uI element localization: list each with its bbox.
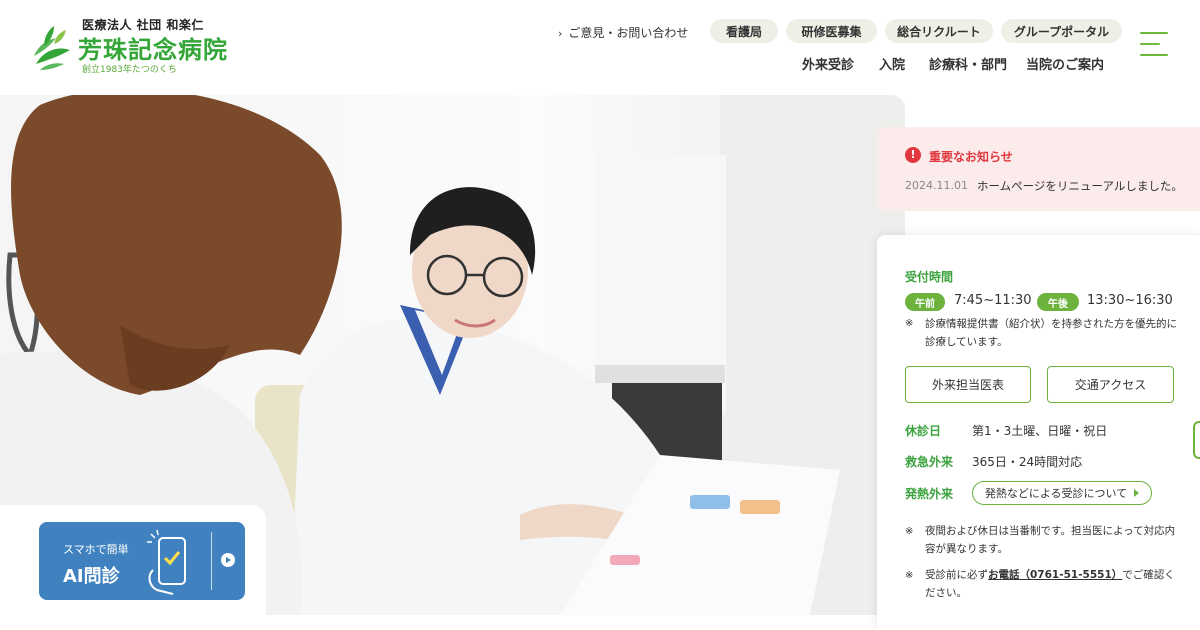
ai-banner-line2: AI問診 bbox=[63, 566, 120, 587]
call-note-mark: ※ bbox=[905, 570, 914, 581]
ai-questionnaire-button[interactable]: スマホで簡単 AI問診 bbox=[39, 522, 245, 600]
fever-clinic-label: 発熱外来 bbox=[905, 487, 954, 501]
am-hours: 7:45~11:30 bbox=[954, 293, 1032, 308]
pm-badge: 午後 bbox=[1037, 293, 1079, 311]
chevron-right-icon: › bbox=[558, 27, 563, 40]
emergency-label: 救急外来 bbox=[905, 455, 954, 469]
alert-icon: ! bbox=[905, 147, 921, 163]
pill-nursing[interactable]: 看護局 bbox=[710, 19, 778, 43]
referral-note: 診療情報提供書（紹介状）を持参された方を優先的に診療しています。 bbox=[925, 318, 1177, 348]
pill-general-recruit[interactable]: 総合リクルート bbox=[885, 19, 993, 43]
hamburger-icon[interactable] bbox=[1140, 32, 1170, 58]
hospital-logo[interactable]: 医療法人 社団 和楽仁 芳珠記念病院 創立1983年たつのくち bbox=[30, 14, 260, 75]
access-button[interactable]: 交通アクセス bbox=[1047, 366, 1174, 403]
smartphone-check-icon bbox=[147, 529, 186, 595]
phone-link[interactable]: お電話（0761-51-5551） bbox=[988, 569, 1122, 581]
notice-title: 重要なお知らせ bbox=[929, 150, 1013, 164]
notice-text[interactable]: ホームページをリニューアルしました。 bbox=[977, 178, 1183, 194]
ai-banner-divider bbox=[211, 532, 212, 590]
contact-link-label: ご意見・お問い合わせ bbox=[568, 26, 689, 40]
note-mark: ※ bbox=[905, 318, 914, 329]
leaf-logo-icon bbox=[34, 26, 70, 70]
nav-about[interactable]: 当院のご案内 bbox=[1026, 54, 1104, 73]
logo-hospital-name: 芳珠記念病院 bbox=[78, 36, 228, 64]
side-tab[interactable] bbox=[1193, 421, 1200, 459]
night-note-mark: ※ bbox=[905, 526, 914, 537]
emergency-value: 365日・24時間対応 bbox=[972, 455, 1083, 469]
pill-group-portal[interactable]: グループポータル bbox=[1001, 19, 1122, 43]
night-note: 夜間および休日は当番制です。担当医によって対応内容が異なります。 bbox=[925, 525, 1176, 555]
nav-outpatient[interactable]: 外来受診 bbox=[802, 54, 854, 73]
closed-days-value: 第1・3土曜、日曜・祝日 bbox=[972, 424, 1108, 438]
call-note: 受診前に必ずお電話（0761-51-5551）でご確認ください。 bbox=[925, 566, 1180, 602]
notice-card[interactable]: ! 重要なお知らせ 2024.11.01 ホームページをリニューアルしました。 bbox=[877, 127, 1200, 211]
triangle-right-icon bbox=[1134, 489, 1140, 497]
notice-date: 2024.11.01 bbox=[905, 179, 968, 192]
nav-inpatient[interactable]: 入院 bbox=[879, 54, 905, 73]
closed-days-label: 休診日 bbox=[905, 424, 942, 438]
arrow-circle-icon bbox=[221, 553, 235, 567]
fever-clinic-button-label: 発熱などによる受診について bbox=[984, 487, 1128, 500]
call-note-prefix: 受診前に必ず bbox=[925, 569, 988, 581]
pill-resident-recruit[interactable]: 研修医募集 bbox=[786, 19, 877, 43]
ai-banner-line1: スマホで簡単 bbox=[63, 543, 129, 556]
am-badge: 午前 bbox=[905, 293, 945, 311]
contact-link[interactable]: › ご意見・お問い合わせ bbox=[558, 24, 688, 41]
outpatient-doctor-schedule-button[interactable]: 外来担当医表 bbox=[905, 366, 1031, 403]
nav-departments[interactable]: 診療科・部門 bbox=[929, 54, 1007, 73]
reception-hours-label: 受付時間 bbox=[905, 270, 954, 284]
fever-clinic-button[interactable]: 発熱などによる受診について bbox=[972, 481, 1152, 505]
pm-hours: 13:30~16:30 bbox=[1087, 293, 1173, 308]
logo-founded: 創立1983年たつのくち bbox=[82, 65, 177, 75]
